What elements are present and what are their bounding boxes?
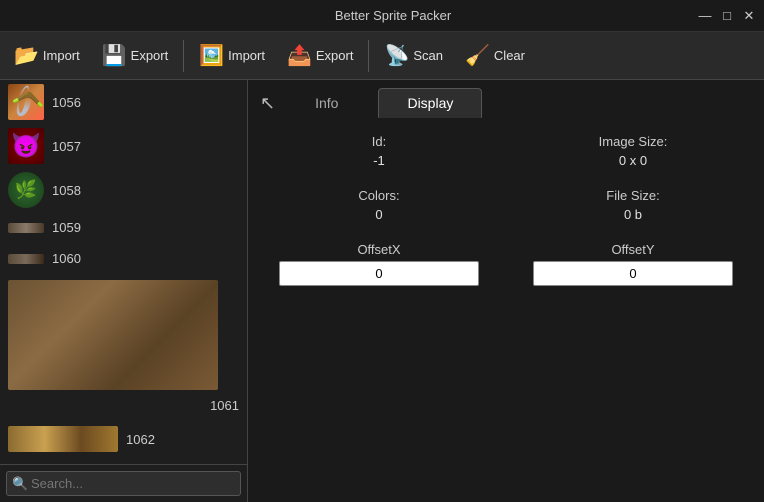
sprite-id-1058: 1058 (52, 183, 81, 198)
sprite-id-1057: 1057 (52, 139, 81, 154)
id-field: Id: -1 (272, 134, 486, 168)
scan-button[interactable]: 📡 Scan (374, 37, 453, 74)
sprite-id-1062: 1062 (126, 432, 155, 447)
tab-display[interactable]: Display (378, 88, 482, 118)
clear-broom-icon: 🧹 (465, 43, 490, 68)
sprite-thumb-1061 (8, 280, 218, 390)
search-bar: 🔍 (0, 464, 247, 502)
list-item[interactable]: 1058 (0, 168, 247, 212)
sprite-thumb-1058 (8, 172, 44, 208)
image-size-value: 0 x 0 (619, 153, 647, 168)
close-button[interactable]: ✕ (742, 9, 756, 23)
offset-x-input[interactable] (279, 261, 479, 286)
window-controls: — □ ✕ (698, 9, 756, 23)
sprite-list[interactable]: 1056 1057 1058 1059 1060 (0, 80, 247, 464)
colors-field: Colors: 0 (272, 188, 486, 222)
list-item[interactable]: 1062 (0, 419, 247, 459)
file-size-field: File Size: 0 b (526, 188, 740, 222)
id-label: Id: (372, 134, 386, 149)
sprite-thumb-1057 (8, 128, 44, 164)
colors-label: Colors: (358, 188, 399, 203)
sprite-thumb-1059 (8, 223, 44, 233)
file-size-value: 0 b (624, 207, 642, 222)
search-wrapper: 🔍 (6, 471, 241, 496)
sprite-id-1056: 1056 (52, 95, 81, 110)
toolbar-separator-1 (183, 40, 184, 72)
import1-label: Import (43, 48, 80, 63)
export-disk-icon: 💾 (102, 43, 127, 68)
export2-label: Export (316, 48, 354, 63)
minimize-button[interactable]: — (698, 9, 712, 23)
export-arrows-icon: 📤 (287, 43, 312, 68)
list-item[interactable]: 1059 (0, 212, 247, 243)
toolbar: 📂 Import 💾 Export 🖼️ Import 📤 Export 📡 S… (0, 32, 764, 80)
clear-label: Clear (494, 48, 525, 63)
export1-button[interactable]: 💾 Export (92, 37, 178, 74)
list-item[interactable]: 1061 (0, 274, 247, 419)
offset-y-field: OffsetY (526, 242, 740, 286)
right-panel: ↖ Info Display Id: -1 Image Size: 0 x 0 (248, 80, 764, 502)
search-icon: 🔍 (12, 476, 28, 492)
tab-info[interactable]: Info (287, 89, 366, 117)
import2-button[interactable]: 🖼️ Import (189, 37, 275, 74)
id-value: -1 (373, 153, 385, 168)
list-item[interactable]: 1057 (0, 124, 247, 168)
offset-x-label: OffsetX (357, 242, 400, 257)
scan-label: Scan (413, 48, 443, 63)
sprite-id-1061: 1061 (210, 398, 239, 413)
clear-button[interactable]: 🧹 Clear (455, 37, 535, 74)
sprite-thumb-1056 (8, 84, 44, 120)
window-title: Better Sprite Packer (88, 8, 698, 23)
image-size-field: Image Size: 0 x 0 (526, 134, 740, 168)
info-grid: Id: -1 Image Size: 0 x 0 Colors: 0 File … (272, 134, 740, 286)
import-folder-icon: 📂 (14, 43, 39, 68)
list-item[interactable]: 1060 (0, 243, 247, 274)
offset-x-field: OffsetX (272, 242, 486, 286)
search-input[interactable] (6, 471, 241, 496)
sprite-thumb-1060 (8, 254, 44, 264)
cursor-icon: ↖ (260, 93, 275, 114)
left-panel: 1056 1057 1058 1059 1060 (0, 80, 248, 502)
maximize-button[interactable]: □ (720, 9, 734, 23)
image-size-label: Image Size: (599, 134, 668, 149)
list-item[interactable]: 1056 (0, 80, 247, 124)
export2-button[interactable]: 📤 Export (277, 37, 363, 74)
file-size-label: File Size: (606, 188, 659, 203)
sprite-id-1060: 1060 (52, 251, 81, 266)
offset-y-label: OffsetY (611, 242, 654, 257)
scan-icon: 📡 (384, 43, 409, 68)
tab-row: ↖ Info Display (248, 80, 764, 118)
toolbar-separator-2 (368, 40, 369, 72)
title-bar: Better Sprite Packer — □ ✕ (0, 0, 764, 32)
info-content: Id: -1 Image Size: 0 x 0 Colors: 0 File … (248, 118, 764, 502)
import2-label: Import (228, 48, 265, 63)
export1-label: Export (131, 48, 169, 63)
import-image-icon: 🖼️ (199, 43, 224, 68)
main-area: 1056 1057 1058 1059 1060 (0, 80, 764, 502)
offset-y-input[interactable] (533, 261, 733, 286)
import1-button[interactable]: 📂 Import (4, 37, 90, 74)
sprite-thumb-1062 (8, 426, 118, 452)
colors-value: 0 (375, 207, 382, 222)
sprite-id-1059: 1059 (52, 220, 81, 235)
